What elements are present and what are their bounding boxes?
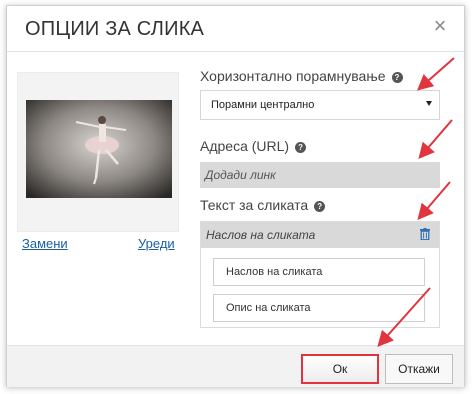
url-input[interactable]: Додади линк: [200, 162, 440, 188]
edit-image-link[interactable]: Уреди: [138, 236, 175, 251]
cancel-button[interactable]: Откажи: [385, 354, 453, 384]
dialog-title: ОПЦИИ ЗА СЛИКА: [25, 18, 205, 40]
ok-button[interactable]: Ок: [301, 354, 379, 384]
image-text-panel-header[interactable]: Наслов на сликата: [201, 222, 439, 248]
image-text-label: Текст за сликата?: [200, 197, 326, 213]
image-text-help-icon[interactable]: ?: [314, 201, 326, 212]
image-heading-field[interactable]: Наслов на сликата: [213, 258, 425, 286]
alignment-select[interactable]: Порамни централно: [200, 90, 440, 120]
close-icon[interactable]: ×: [430, 15, 450, 37]
alignment-selected-value: Порамни централно: [211, 99, 315, 111]
trash-icon[interactable]: [420, 228, 430, 243]
image-text-header-text: Наслов на сликата: [206, 228, 316, 242]
dialog-title-bar: ОПЦИИ ЗА СЛИКА ×: [7, 6, 464, 52]
alignment-label-text: Хоризонтално порамнување: [200, 68, 386, 84]
image-text-label-text: Текст за сликата: [200, 197, 309, 213]
image-options-dialog: ОПЦИИ ЗА СЛИКА × Замени Уреди Хоризонтал…: [6, 5, 465, 387]
dialog-footer: Ок Откажи: [7, 345, 464, 387]
url-label: Адреса (URL)?: [200, 138, 307, 154]
url-help-icon[interactable]: ?: [295, 142, 307, 153]
alignment-help-icon[interactable]: ?: [391, 72, 403, 83]
replace-image-link[interactable]: Замени: [22, 236, 68, 251]
chevron-down-icon: [426, 101, 432, 106]
url-label-text: Адреса (URL): [200, 138, 290, 154]
image-text-panel: Наслов на сликата Наслов на сликата Опис…: [200, 221, 440, 328]
image-description-field[interactable]: Опис на сликата: [213, 294, 425, 322]
alignment-label: Хоризонтално порамнување?: [200, 68, 403, 84]
image-thumbnail: [17, 72, 179, 232]
